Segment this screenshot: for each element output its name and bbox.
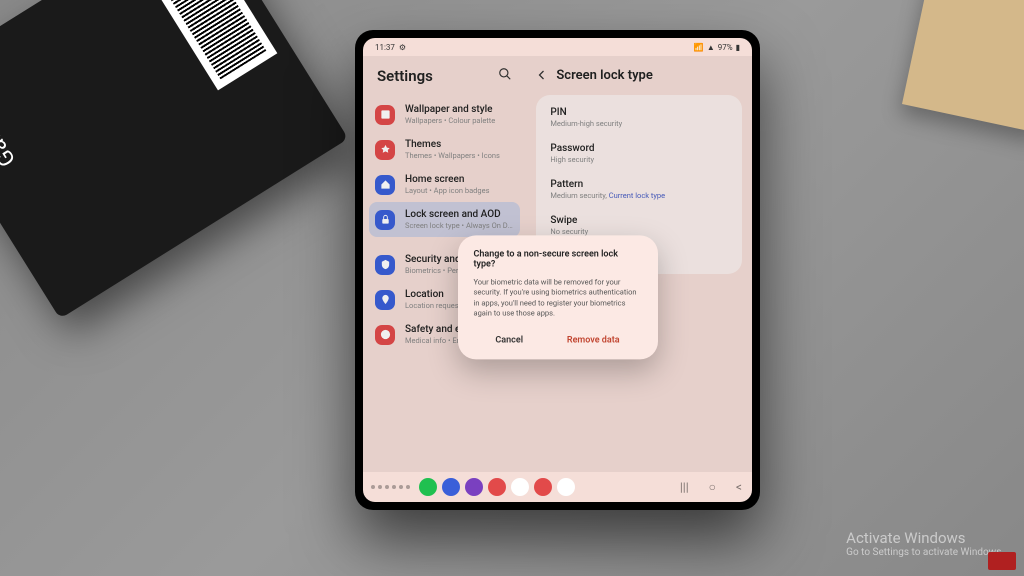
watermark-sub: Go to Settings to activate Windows. bbox=[846, 547, 1004, 558]
item-title: Themes bbox=[405, 139, 514, 151]
dialog-title: Change to a non-secure screen lock type? bbox=[474, 249, 642, 269]
item-sub: Layout • App icon badges bbox=[405, 186, 514, 195]
lock-icon bbox=[375, 210, 395, 230]
wallpaper-icon bbox=[375, 105, 395, 125]
lock-title: Swipe bbox=[550, 214, 728, 227]
gallery-app-icon[interactable] bbox=[511, 478, 529, 496]
lock-title: PIN bbox=[550, 106, 728, 119]
home-icon bbox=[375, 175, 395, 195]
watermark-title: Activate Windows bbox=[846, 529, 1004, 547]
confirmation-dialog: Change to a non-secure screen lock type?… bbox=[458, 235, 658, 359]
lock-sub: High security bbox=[550, 155, 728, 164]
status-time: 11:37 bbox=[375, 43, 395, 52]
phone-app-icon[interactable] bbox=[419, 478, 437, 496]
themes-icon bbox=[375, 140, 395, 160]
settings-item-themes[interactable]: Themes Themes • Wallpapers • Icons bbox=[369, 132, 520, 167]
signal-icon: ▲ bbox=[707, 43, 715, 52]
messages-app-icon[interactable] bbox=[442, 478, 460, 496]
lock-option-password[interactable]: Password High security bbox=[536, 135, 742, 171]
lock-option-pin[interactable]: PIN Medium-high security bbox=[536, 99, 742, 135]
lock-sub: Medium security, Current lock type bbox=[550, 191, 728, 200]
lock-option-pattern[interactable]: Pattern Medium security, Current lock ty… bbox=[536, 171, 742, 207]
screen: 11:37 ⚙ 📶 ▲ 97% ▮ Settings bbox=[363, 38, 752, 502]
settings-icon: ⚙ bbox=[399, 43, 406, 52]
navigation-bar: ||| ○ < bbox=[363, 472, 752, 502]
emergency-icon bbox=[375, 325, 395, 345]
content-area: Settings Wallpaper and style Wallpapers … bbox=[363, 56, 752, 472]
back-button[interactable]: < bbox=[736, 480, 742, 494]
detail-title: Screen lock type bbox=[556, 68, 653, 83]
item-sub: Screen lock type • Always On Display bbox=[405, 221, 514, 230]
lock-title: Password bbox=[550, 142, 728, 155]
item-title: Home screen bbox=[405, 174, 514, 186]
item-title: Wallpaper and style bbox=[405, 104, 514, 116]
back-icon[interactable] bbox=[536, 66, 548, 85]
item-sub: Themes • Wallpapers • Icons bbox=[405, 151, 514, 160]
browser-app-icon[interactable] bbox=[465, 478, 483, 496]
app-icon-red[interactable] bbox=[488, 478, 506, 496]
search-icon[interactable] bbox=[498, 66, 512, 85]
lock-title: Pattern bbox=[550, 178, 728, 191]
shield-icon bbox=[375, 255, 395, 275]
settings-item-homescreen[interactable]: Home screen Layout • App icon badges bbox=[369, 167, 520, 202]
item-title: Lock screen and AOD bbox=[405, 209, 514, 221]
box-label: Galaxy Z Fold6 bbox=[0, 29, 21, 171]
remove-data-button[interactable]: Remove data bbox=[559, 331, 628, 349]
app-icon-red2[interactable] bbox=[534, 478, 552, 496]
settings-item-wallpaper[interactable]: Wallpaper and style Wallpapers • Colour … bbox=[369, 97, 520, 132]
dialog-body: Your biometric data will be removed for … bbox=[474, 277, 642, 319]
app-drawer-dots[interactable] bbox=[371, 485, 410, 489]
settings-item-lockscreen[interactable]: Lock screen and AOD Screen lock type • A… bbox=[369, 202, 520, 237]
item-sub: Wallpapers • Colour palette bbox=[405, 116, 514, 125]
status-bar: 11:37 ⚙ 📶 ▲ 97% ▮ bbox=[363, 38, 752, 56]
play-store-icon[interactable] bbox=[557, 478, 575, 496]
lock-sub: Medium-high security bbox=[550, 119, 728, 128]
product-box: Galaxy Z Fold6 bbox=[0, 0, 348, 319]
wifi-icon: 📶 bbox=[694, 43, 704, 52]
windows-watermark: Activate Windows Go to Settings to activ… bbox=[846, 529, 1004, 558]
page-title: Settings bbox=[377, 67, 433, 85]
location-icon bbox=[375, 290, 395, 310]
recents-button[interactable]: ||| bbox=[680, 480, 689, 494]
battery-text: 97% bbox=[718, 43, 733, 52]
battery-icon: ▮ bbox=[736, 43, 740, 52]
barcode bbox=[144, 0, 278, 90]
cancel-button[interactable]: Cancel bbox=[487, 331, 531, 349]
device-frame: 11:37 ⚙ 📶 ▲ 97% ▮ Settings bbox=[355, 30, 760, 510]
home-button[interactable]: ○ bbox=[709, 480, 716, 494]
channel-logo bbox=[988, 552, 1016, 570]
wood-block bbox=[902, 0, 1024, 133]
